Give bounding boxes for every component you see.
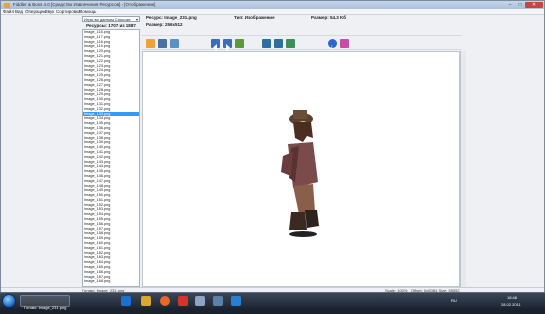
minimize-button[interactable]: – [505, 2, 515, 8]
file-list-item[interactable]: Image_168.png [83, 279, 139, 284]
resource-name: Ресурс: Image_231.png [146, 15, 197, 20]
menu-operations[interactable]: Операции [25, 9, 46, 15]
maximize-button[interactable]: □ [515, 2, 525, 8]
prev-icon[interactable] [211, 39, 220, 51]
next-icon[interactable] [223, 39, 232, 51]
play-icon[interactable] [235, 39, 244, 48]
menu-help[interactable]: Помощь [79, 9, 96, 15]
folder-open-icon[interactable] [146, 39, 155, 48]
ie-icon[interactable] [121, 296, 131, 306]
app-window: Fiddler & Boss 4.0 [Средство Извлечения … [0, 0, 545, 293]
close-button[interactable]: ✕ [525, 2, 543, 8]
save-icon[interactable] [158, 39, 167, 48]
window-title: Fiddler & Boss 4.0 [Средство Извлечения … [13, 2, 156, 7]
export-icon[interactable] [170, 39, 179, 48]
app-pinned-2-icon[interactable] [213, 296, 223, 306]
media-player-icon[interactable] [160, 296, 170, 306]
clock-time[interactable]: 18:48 [507, 295, 517, 300]
clock-date[interactable]: 28.02.2011 [501, 302, 521, 307]
view-mode-3-icon[interactable] [286, 39, 295, 48]
menu-sort[interactable]: Сортировка [56, 9, 81, 15]
taskbar-item-app[interactable]: Готово: Image_231.png [20, 295, 70, 310]
menu-sound[interactable]: Звук [45, 9, 54, 15]
help-icon[interactable]: i [328, 39, 337, 53]
file-list[interactable]: Image_116.png Image_117.png Image_118.png I… [82, 29, 140, 287]
view-mode-2-icon[interactable] [274, 39, 283, 48]
settings-icon[interactable] [340, 39, 349, 48]
start-button[interactable] [2, 294, 16, 308]
resource-type: Тип: Изображение [234, 15, 275, 20]
character-sprite [281, 110, 319, 237]
app-icon [4, 2, 10, 8]
preview-scrollbar[interactable] [460, 51, 466, 287]
list-filter-value: Игры во данном Списоке [84, 17, 131, 22]
taskbar: Готово: Image_231.png RU 18:48 28.02.201… [0, 292, 545, 310]
explorer-icon[interactable] [141, 296, 151, 306]
app-pinned-icon[interactable] [195, 296, 205, 306]
menu-file[interactable]: Файл [3, 9, 14, 15]
view-mode-1-icon[interactable] [262, 39, 271, 48]
menu-view[interactable]: Вид [15, 9, 23, 15]
list-filter-select[interactable]: Игры во данном Списоке ▾ [82, 16, 140, 22]
resource-size: Размер: 54.3 Kб [311, 15, 346, 20]
system-tray: RU 18:48 28.02.2011 [445, 293, 545, 309]
image-dimensions: Размер: 256x512 [146, 22, 183, 27]
toolbar [142, 35, 462, 50]
image-preview [142, 51, 460, 287]
chevron-down-icon: ▾ [135, 17, 138, 22]
app-pinned-3-icon[interactable] [231, 296, 241, 306]
opera-icon[interactable] [178, 296, 188, 306]
title-bar: Fiddler & Boss 4.0 [Средство Извлечения … [1, 1, 544, 9]
language-indicator[interactable]: RU [451, 298, 457, 303]
